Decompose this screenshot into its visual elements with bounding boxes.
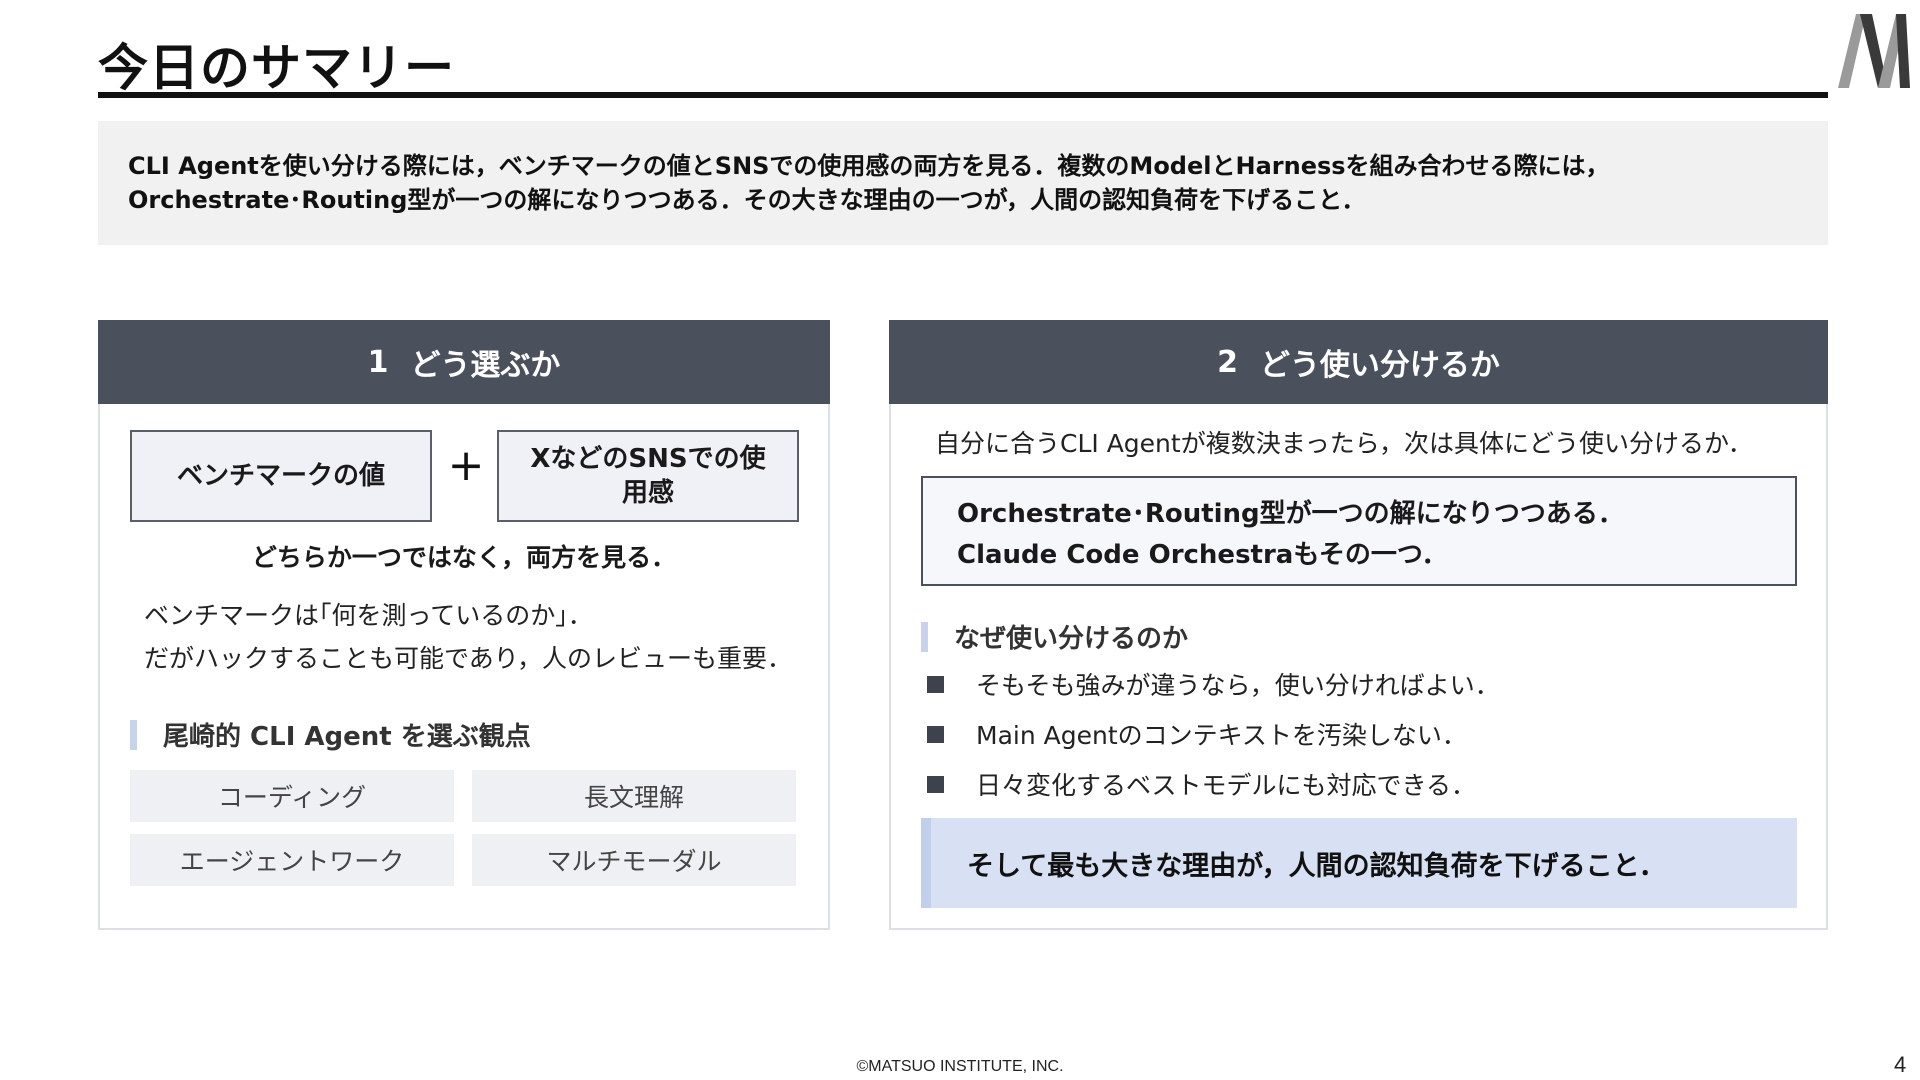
- reason-subheading: なぜ使い分けるのか: [921, 618, 1188, 655]
- copyright: ©MATSUO INSTITUTE, INC.: [856, 1058, 1064, 1075]
- square-bullet-icon: [927, 675, 944, 693]
- panel-header: 1 どう選ぶか: [98, 320, 830, 404]
- viewpoint-cell: コーディング: [130, 770, 454, 822]
- callout-line-1: Orchestrate･Routing型が一つの解になりつつある．: [957, 499, 1624, 529]
- viewpoint-cell: マルチモーダル: [472, 834, 796, 886]
- benchmark-box: ベンチマークの値: [130, 430, 432, 522]
- list-item-text: 日々変化するベストモデルにも対応できる．: [976, 771, 1477, 800]
- square-bullet-icon: [927, 775, 944, 793]
- page-number: 4: [1894, 1052, 1907, 1077]
- reason-subheading-text: なぜ使い分けるのか: [954, 624, 1189, 654]
- plus-icon: +: [447, 440, 485, 491]
- summary-box: CLI Agentを使い分ける際には，ベンチマークの値とSNSでの使用感の両方を…: [98, 121, 1828, 245]
- sns-label-line-2: 用感: [621, 478, 674, 508]
- both-caption: どちらか一つではなく，両方を見る．: [251, 543, 677, 572]
- accent-bar: [921, 621, 928, 652]
- viewpoint-cell: エージェントワーク: [130, 834, 454, 886]
- summary-line-1: CLI Agentを使い分ける際には，ベンチマークの値とSNSでの使用感の両方を…: [128, 152, 1610, 180]
- summary-line-2: Orchestrate･Routing型が一つの解になりつつある．その大きな理由…: [128, 186, 1366, 214]
- callout-line-2: Claude Code Orchestraもその一つ．: [957, 540, 1448, 570]
- viewpoint-subheading: 尾崎的 CLI Agent を選ぶ観点: [130, 716, 531, 753]
- section-number: 2: [1217, 344, 1238, 380]
- section-heading: どう選ぶか: [410, 348, 561, 383]
- orchestra-callout: Orchestrate･Routing型が一つの解になりつつある． Claude…: [921, 476, 1797, 586]
- viewpoint-subheading-text: 尾崎的 CLI Agent を選ぶ観点: [163, 722, 531, 752]
- sns-box: XなどのSNSでの使 用感: [497, 430, 799, 522]
- list-item: そもそも強みが違うなら，使い分ければよい．: [927, 666, 1500, 702]
- panel-how-to-choose: 1 どう選ぶか ベンチマークの値 + XなどのSNSでの使 用感 どちらか一つで…: [98, 320, 830, 930]
- square-bullet-icon: [927, 725, 944, 743]
- key-reason-box: そして最も大きな理由が，人間の認知負荷を下げること．: [921, 818, 1797, 908]
- section-heading: どう使い分けるか: [1259, 348, 1500, 383]
- benchmark-note: ベンチマークは｢何を測っているのか｣． だがハックすることも可能であり，人のレビ…: [144, 594, 792, 680]
- title-underline: [98, 92, 1828, 98]
- benchmark-note-line-2: だがハックすることも可能であり，人のレビューも重要．: [144, 644, 793, 673]
- list-item-text: Main Agentのコンテキストを汚染しない．: [976, 721, 1467, 750]
- intro-text: 自分に合うCLI Agentが複数決まったら，次は具体にどう使い分けるか．: [935, 429, 1753, 458]
- panel-how-to-use: 2 どう使い分けるか 自分に合うCLI Agentが複数決まったら，次は具体にど…: [889, 320, 1828, 930]
- viewpoint-cell: 長文理解: [472, 770, 796, 822]
- sns-label-line-1: XなどのSNSでの使: [530, 444, 766, 474]
- list-item: 日々変化するベストモデルにも対応できる．: [927, 766, 1476, 802]
- section-number: 1: [367, 344, 389, 380]
- matsuo-logo-icon: [1838, 14, 1910, 88]
- list-item: Main Agentのコンテキストを汚染しない．: [927, 716, 1467, 752]
- list-item-text: そもそも強みが違うなら，使い分ければよい．: [976, 671, 1500, 700]
- panel-header: 2 どう使い分けるか: [889, 320, 1828, 404]
- accent-bar: [130, 719, 137, 750]
- page-title: 今日のサマリー: [98, 39, 455, 97]
- benchmark-note-line-1: ベンチマークは｢何を測っているのか｣．: [144, 601, 593, 630]
- benchmark-label: ベンチマークの値: [176, 461, 385, 491]
